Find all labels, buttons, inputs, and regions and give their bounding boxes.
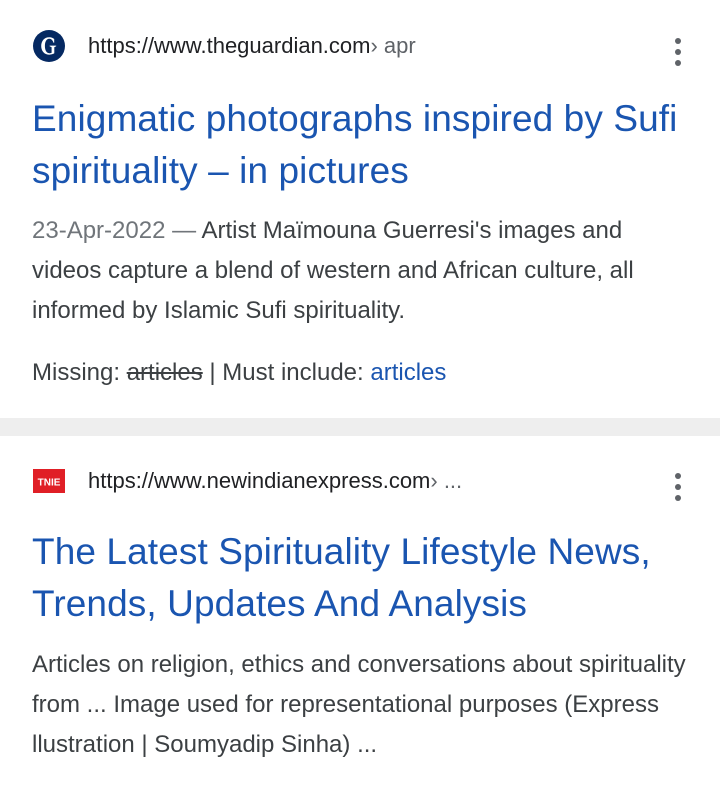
- tnie-logo-icon: TNIE: [32, 464, 66, 498]
- more-vert-icon[interactable]: [666, 34, 690, 70]
- must-include-label: | Must include:: [202, 359, 371, 386]
- result-title-link[interactable]: Enigmatic photographs inspired by Sufi s…: [32, 93, 692, 197]
- result-breadcrumb: › ...: [430, 468, 463, 493]
- result-snippet: Articles on religion, ethics and convers…: [32, 651, 686, 758]
- date-separator: —: [165, 217, 202, 244]
- tnie-logo-text: TNIE: [38, 478, 61, 489]
- more-vert-icon[interactable]: [666, 469, 690, 505]
- guardian-g-icon: [32, 29, 66, 63]
- missing-label: Missing:: [32, 359, 127, 386]
- search-result: https://www.theguardian.com › apr Enigma…: [0, 0, 720, 418]
- missing-term: articles: [126, 359, 203, 386]
- result-breadcrumb: › apr: [370, 33, 416, 58]
- result-divider: [0, 418, 720, 436]
- result-url[interactable]: https://www.newindianexpress.com: [88, 468, 430, 494]
- must-include-link[interactable]: articles: [370, 359, 446, 386]
- result-date: 23-Apr-2022: [32, 217, 166, 244]
- result-title-link[interactable]: The Latest Spirituality Lifestyle News, …: [32, 526, 692, 630]
- result-source[interactable]: TNIE https://www.newindianexpress.com › …: [32, 463, 462, 499]
- result-snippet: 23-Apr-2022 — Artist Maïmouna Guerresi's…: [32, 211, 692, 331]
- missing-terms-line: Missing: articles | Must include: articl…: [32, 353, 446, 393]
- search-result: TNIE https://www.newindianexpress.com › …: [0, 436, 720, 788]
- result-url[interactable]: https://www.theguardian.com: [88, 33, 370, 59]
- result-source[interactable]: https://www.theguardian.com › apr: [32, 28, 416, 64]
